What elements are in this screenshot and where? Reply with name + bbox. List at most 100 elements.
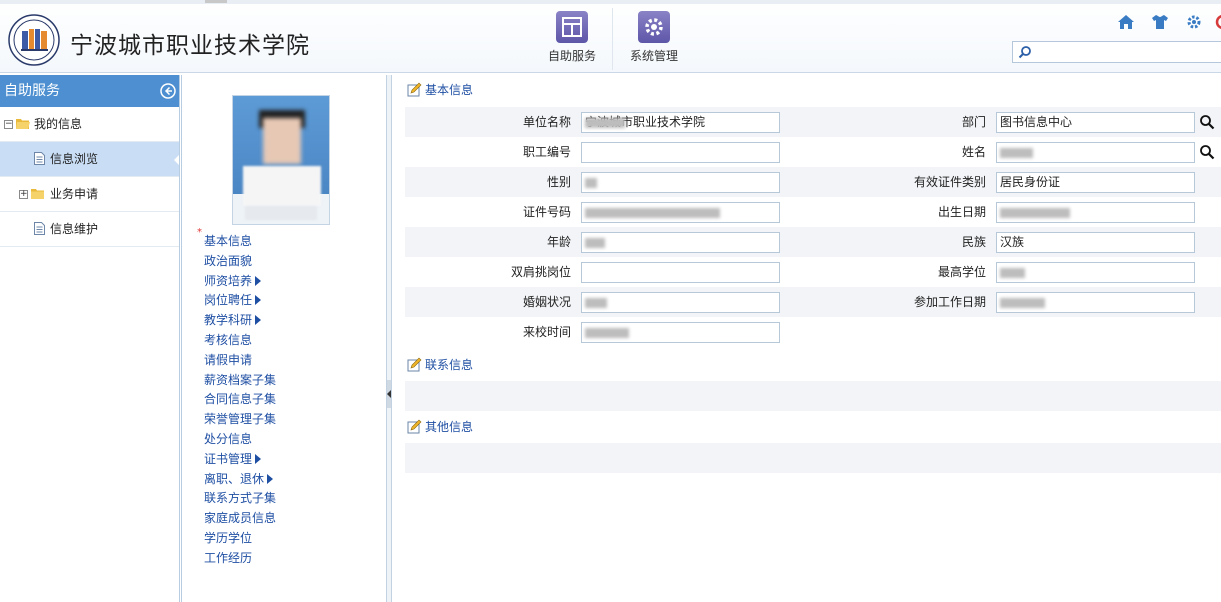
form-row: 双肩挑岗位 最高学位 xyxy=(405,257,1221,287)
info-category-item[interactable]: 家庭成员信息 xyxy=(204,508,276,528)
info-category-item[interactable]: 师资培养 xyxy=(204,271,262,291)
folder-icon xyxy=(31,189,44,199)
selected-caret-icon xyxy=(174,155,179,165)
required-marker: * xyxy=(197,227,202,238)
redacted-value xyxy=(1000,298,1045,308)
info-category-label: 教学科研 xyxy=(204,313,253,328)
info-category-item[interactable]: 荣誉管理子集 xyxy=(204,409,276,429)
search-input[interactable] xyxy=(1012,41,1221,63)
field-input[interactable] xyxy=(581,202,780,223)
info-category-label: 考核信息 xyxy=(204,333,253,347)
sidebar-item-info-maintain[interactable]: 信息维护 xyxy=(0,212,179,247)
redacted-value xyxy=(1000,208,1070,218)
home-icon[interactable] xyxy=(1117,13,1135,31)
info-category-item[interactable]: 基本信息 xyxy=(204,231,252,251)
field-input[interactable]: 居民身份证 xyxy=(996,172,1195,193)
redacted-value xyxy=(585,208,720,218)
info-category-label: 联系方式子集 xyxy=(204,491,277,506)
info-category-panel: * 基本信息政治面貌师资培养 岗位聘任教学科研考核信息请假申请薪资档案子集合同信息… xyxy=(181,75,386,602)
redacted-value xyxy=(1000,148,1033,158)
form-row: 年龄 民族 汉族 xyxy=(405,227,1221,257)
field-input[interactable]: 图书信息中心 xyxy=(996,112,1195,133)
info-category-item[interactable]: 离职、退休 xyxy=(204,469,274,489)
submenu-arrow-icon xyxy=(267,473,274,484)
field-label: 双肩挑岗位 xyxy=(510,265,571,279)
info-category-item[interactable]: 工作经历 xyxy=(204,548,252,568)
info-category-label: 政治面貌 xyxy=(204,253,253,268)
info-category-label: 合同信息子集 xyxy=(204,392,277,407)
info-category-label: 荣誉管理子集 xyxy=(204,412,277,427)
skin-shirt-icon[interactable] xyxy=(1151,13,1169,31)
sidebar-item-business-apply[interactable]: + 业务申请 xyxy=(0,177,179,212)
sidebar-header: 自助服务 xyxy=(0,75,179,107)
collapse-handle[interactable] xyxy=(387,380,391,408)
redacted-value xyxy=(585,238,605,248)
info-category-item[interactable]: 联系方式子集 xyxy=(204,488,276,508)
field-input[interactable]: 汉族 xyxy=(996,232,1195,253)
info-category-item[interactable]: 请假申请 xyxy=(204,350,252,370)
info-category-label: 工作经历 xyxy=(204,550,253,565)
lookup-search-icon[interactable] xyxy=(1199,144,1215,160)
sidebar-title: 自助服务 xyxy=(4,83,60,99)
other-info-body xyxy=(405,443,1221,473)
field-value: 居民身份证 xyxy=(1000,175,1061,189)
field-input[interactable] xyxy=(996,262,1195,283)
module-self-service-button[interactable]: 自助服务 xyxy=(531,10,613,72)
info-category-item[interactable]: 学历学位 xyxy=(204,528,252,548)
sidebar-item-info-browse[interactable]: 信息浏览 xyxy=(0,142,179,177)
info-category-item[interactable]: 岗位聘任 xyxy=(204,290,262,310)
field-input[interactable] xyxy=(581,262,780,283)
module-label: 系统管理 xyxy=(629,49,678,63)
power-icon[interactable] xyxy=(1214,13,1221,31)
section-basic-info[interactable]: 基本信息 xyxy=(407,80,473,100)
field-input[interactable] xyxy=(581,142,780,163)
info-category-label: 证书管理 xyxy=(204,451,253,466)
info-category-label: 基本信息 xyxy=(204,234,253,248)
field-input[interactable] xyxy=(581,292,780,313)
submenu-arrow-icon xyxy=(255,315,262,326)
settings-gear-icon[interactable] xyxy=(1185,13,1203,31)
field-input[interactable] xyxy=(996,292,1195,313)
collapse-minus-icon[interactable]: − xyxy=(4,120,13,129)
field-input[interactable]: 宁波城市职业技术学院 xyxy=(581,112,780,133)
info-category-label: 处分信息 xyxy=(204,432,253,446)
field-label: 最高学位 xyxy=(937,265,986,279)
info-category-item[interactable]: 教学科研 xyxy=(204,310,262,330)
gear-icon xyxy=(638,11,670,43)
field-input[interactable] xyxy=(996,202,1195,223)
school-logo-icon xyxy=(8,14,60,66)
info-category-item[interactable]: 合同信息子集 xyxy=(204,389,276,409)
sidebar-item-my-info[interactable]: − 我的信息 xyxy=(0,107,179,142)
section-other-info[interactable]: 其他信息 xyxy=(407,417,473,437)
field-input[interactable] xyxy=(581,322,780,343)
field-label: 单位名称 xyxy=(522,115,571,129)
field-label: 婚姻状况 xyxy=(522,295,571,309)
main-content: 基本信息 单位名称 宁波城市职业技术学院 部门 图书信息中心 职工编号 姓名 性别 有效证件类… xyxy=(392,75,1221,602)
info-category-item[interactable]: 薪资档案子集 xyxy=(204,370,276,390)
field-value: 图书信息中心 xyxy=(1000,115,1073,129)
expand-plus-icon[interactable]: + xyxy=(19,190,28,199)
info-category-item[interactable]: 证书管理 xyxy=(204,449,262,469)
field-input[interactable] xyxy=(581,232,780,253)
sidebar-item-label: 我的信息 xyxy=(34,117,83,131)
info-category-label: 家庭成员信息 xyxy=(204,511,277,526)
field-label: 姓名 xyxy=(961,145,986,159)
field-label: 部门 xyxy=(961,115,986,129)
info-category-item[interactable]: 政治面貌 xyxy=(204,251,252,271)
field-input[interactable] xyxy=(581,172,780,193)
info-category-item[interactable]: 处分信息 xyxy=(204,429,252,449)
sidebar: 自助服务 − 我的信息 信息浏览 + 业务申请 信息维护 xyxy=(0,75,180,602)
redacted-value xyxy=(585,178,597,188)
form-row: 性别 有效证件类别 居民身份证 xyxy=(405,167,1221,197)
collapse-arrow-icon[interactable] xyxy=(160,83,176,99)
section-contact-info[interactable]: 联系信息 xyxy=(407,355,473,375)
lookup-search-icon[interactable] xyxy=(1199,114,1215,130)
form-row: 证件号码 出生日期 xyxy=(405,197,1221,227)
info-category-item[interactable]: 考核信息 xyxy=(204,330,252,350)
section-title: 基本信息 xyxy=(425,83,474,97)
module-system-admin-button[interactable]: 系统管理 xyxy=(613,10,695,72)
redacted-value xyxy=(585,298,607,308)
redacted-value xyxy=(1000,268,1025,278)
field-input[interactable] xyxy=(996,142,1195,163)
info-category-label: 请假申请 xyxy=(204,352,253,367)
